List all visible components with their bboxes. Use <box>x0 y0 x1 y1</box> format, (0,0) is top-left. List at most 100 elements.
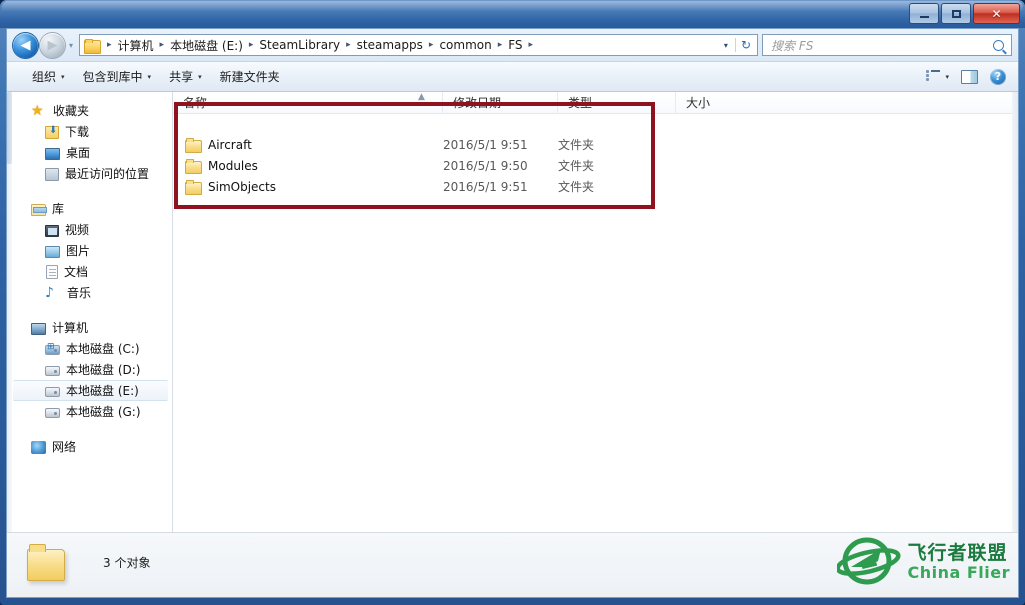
window-controls: ✕ <box>909 3 1020 24</box>
share-button[interactable]: 共享 ▾ <box>160 64 211 89</box>
column-header-type[interactable]: 类型 <box>558 92 676 114</box>
column-header-label: 修改日期 <box>453 96 502 110</box>
drive-icon <box>45 387 60 397</box>
sidebar-item-network[interactable]: 网络 <box>7 436 172 457</box>
include-in-library-label: 包含到库中 <box>82 70 143 84</box>
address-bar: ◀ ▶ ▾ ▸ 计算机 ▸ 本地磁盘 (E:) ▸ SteamLibrary ▸… <box>7 29 1018 61</box>
drive-icon <box>45 408 60 418</box>
sidebar-item-drive-d[interactable]: 本地磁盘 (D:) <box>7 359 172 380</box>
sidebar-group-libraries: 库 视频 图片 文档 ♪ 音乐 <box>7 198 172 303</box>
recent-places-icon <box>45 167 59 181</box>
sidebar-item-drive-e[interactable]: 本地磁盘 (E:) <box>13 380 168 401</box>
new-folder-button[interactable]: 新建文件夹 <box>211 64 289 89</box>
library-icon <box>31 203 47 216</box>
share-label: 共享 <box>169 70 194 84</box>
sidebar-scrollbar-thumb[interactable] <box>7 92 12 164</box>
file-list-pane: 名称 修改日期 类型 大小 ▲ Aircraft 2016/5/1 9:51 文… <box>173 92 1018 532</box>
view-list-icon <box>926 70 941 83</box>
organize-button[interactable]: 组织 ▾ <box>23 64 74 89</box>
client-area: ◀ ▶ ▾ ▸ 计算机 ▸ 本地磁盘 (E:) ▸ SteamLibrary ▸… <box>6 28 1019 598</box>
breadcrumb-item-fs[interactable]: FS <box>507 38 523 52</box>
minimize-button[interactable] <box>909 3 939 24</box>
file-name-cell: SimObjects <box>173 179 443 195</box>
sidebar-item-documents[interactable]: 文档 <box>7 261 172 282</box>
column-header-size[interactable]: 大小 <box>676 92 766 114</box>
sidebar-item-desktop[interactable]: 桌面 <box>7 142 172 163</box>
desktop-icon <box>45 147 60 160</box>
breadcrumb-item-drive-e[interactable]: 本地磁盘 (E:) <box>169 37 244 54</box>
file-modified: 2016/5/1 9:50 <box>443 158 528 173</box>
chevron-down-icon: ▾ <box>147 72 152 81</box>
close-icon: ✕ <box>991 6 1002 21</box>
column-headers: 名称 修改日期 类型 大小 ▲ <box>173 92 1018 114</box>
sidebar-scrollbar[interactable] <box>7 92 12 532</box>
watermark: 飞行者联盟 China Flier <box>837 536 1010 588</box>
sidebar-item-label: 本地磁盘 (C:) <box>66 342 140 356</box>
sort-ascending-icon: ▲ <box>418 92 425 102</box>
sidebar-item-libraries[interactable]: 库 <box>7 198 172 219</box>
preview-pane-icon <box>961 69 978 84</box>
folder-icon <box>185 158 202 174</box>
breadcrumb-item-common[interactable]: common <box>438 38 492 52</box>
watermark-english: China Flier <box>907 562 1010 582</box>
breadcrumb-separator: ▸ <box>428 40 434 50</box>
file-name-cell: Aircraft <box>173 137 443 153</box>
music-icon: ♪ <box>45 284 54 301</box>
table-row[interactable]: Modules 2016/5/1 9:50 文件夹 <box>173 155 1018 176</box>
sidebar-item-label: 视频 <box>65 223 90 237</box>
breadcrumb-item-computer[interactable]: 计算机 <box>117 37 155 54</box>
table-row[interactable]: Aircraft 2016/5/1 9:51 文件夹 <box>173 134 1018 155</box>
chevron-down-icon: ▾ <box>198 72 202 81</box>
close-button[interactable]: ✕ <box>973 3 1020 24</box>
video-icon <box>45 224 59 237</box>
search-placeholder: 搜索 FS <box>771 38 814 53</box>
watermark-chinese: 飞行者联盟 <box>907 541 1008 564</box>
help-button[interactable]: ? <box>984 66 1012 88</box>
column-header-modified[interactable]: 修改日期 <box>443 92 558 114</box>
column-header-name[interactable]: 名称 <box>173 92 443 114</box>
folder-icon <box>185 137 202 153</box>
back-button[interactable]: ◀ <box>13 32 38 58</box>
sidebar-item-pictures[interactable]: 图片 <box>7 240 172 261</box>
sidebar-item-label: 下载 <box>65 125 90 139</box>
breadcrumb-item-steamapps[interactable]: steamapps <box>356 38 424 52</box>
chevron-down-icon: ▾ <box>61 72 65 81</box>
change-view-button[interactable]: ▾ <box>920 67 955 86</box>
preview-pane-button[interactable] <box>955 67 984 87</box>
pictures-icon <box>45 245 60 258</box>
sidebar-item-label: 网络 <box>52 440 77 454</box>
downloads-icon <box>45 125 59 139</box>
sidebar-item-videos[interactable]: 视频 <box>7 219 172 240</box>
breadcrumb-item-steamlibrary[interactable]: SteamLibrary <box>258 38 341 52</box>
sidebar-group-favorites: ★ 收藏夹 下载 桌面 最近访问的位置 <box>7 100 172 184</box>
sidebar-item-computer[interactable]: 计算机 <box>7 317 172 338</box>
file-name: Modules <box>208 158 258 173</box>
address-dropdown-icon[interactable]: ▾ <box>720 41 735 50</box>
file-name: SimObjects <box>208 179 276 194</box>
sidebar-item-label: 本地磁盘 (D:) <box>66 363 141 377</box>
file-modified: 2016/5/1 9:51 <box>443 137 528 152</box>
china-flier-logo-icon <box>837 537 902 585</box>
content-scrollbar[interactable] <box>1012 92 1018 532</box>
file-modified: 2016/5/1 9:51 <box>443 179 528 194</box>
help-icon: ? <box>990 68 1006 85</box>
refresh-icon[interactable]: ↻ <box>734 38 755 52</box>
chevron-down-icon: ▾ <box>945 72 949 81</box>
breadcrumb-separator: ▸ <box>159 40 165 50</box>
history-dropdown-button[interactable]: ▾ <box>65 41 77 50</box>
sidebar-item-recent-places[interactable]: 最近访问的位置 <box>7 163 172 184</box>
breadcrumb[interactable]: ▸ 计算机 ▸ 本地磁盘 (E:) ▸ SteamLibrary ▸ steam… <box>79 34 758 56</box>
sidebar-item-drive-g[interactable]: 本地磁盘 (G:) <box>7 401 172 422</box>
breadcrumb-separator: ▸ <box>346 40 351 50</box>
folder-icon <box>25 543 69 583</box>
sidebar-item-music[interactable]: ♪ 音乐 <box>7 282 172 303</box>
maximize-icon <box>951 9 961 18</box>
table-row[interactable]: SimObjects 2016/5/1 9:51 文件夹 <box>173 176 1018 197</box>
include-in-library-button[interactable]: 包含到库中 ▾ <box>74 64 161 89</box>
sidebar-item-downloads[interactable]: 下载 <box>7 121 172 142</box>
sidebar-item-drive-c[interactable]: 本地磁盘 (C:) <box>7 338 172 359</box>
maximize-button[interactable] <box>941 3 971 24</box>
sidebar-item-favorites[interactable]: ★ 收藏夹 <box>7 100 172 121</box>
search-input[interactable]: 搜索 FS <box>762 34 1012 56</box>
forward-button[interactable]: ▶ <box>40 32 65 58</box>
